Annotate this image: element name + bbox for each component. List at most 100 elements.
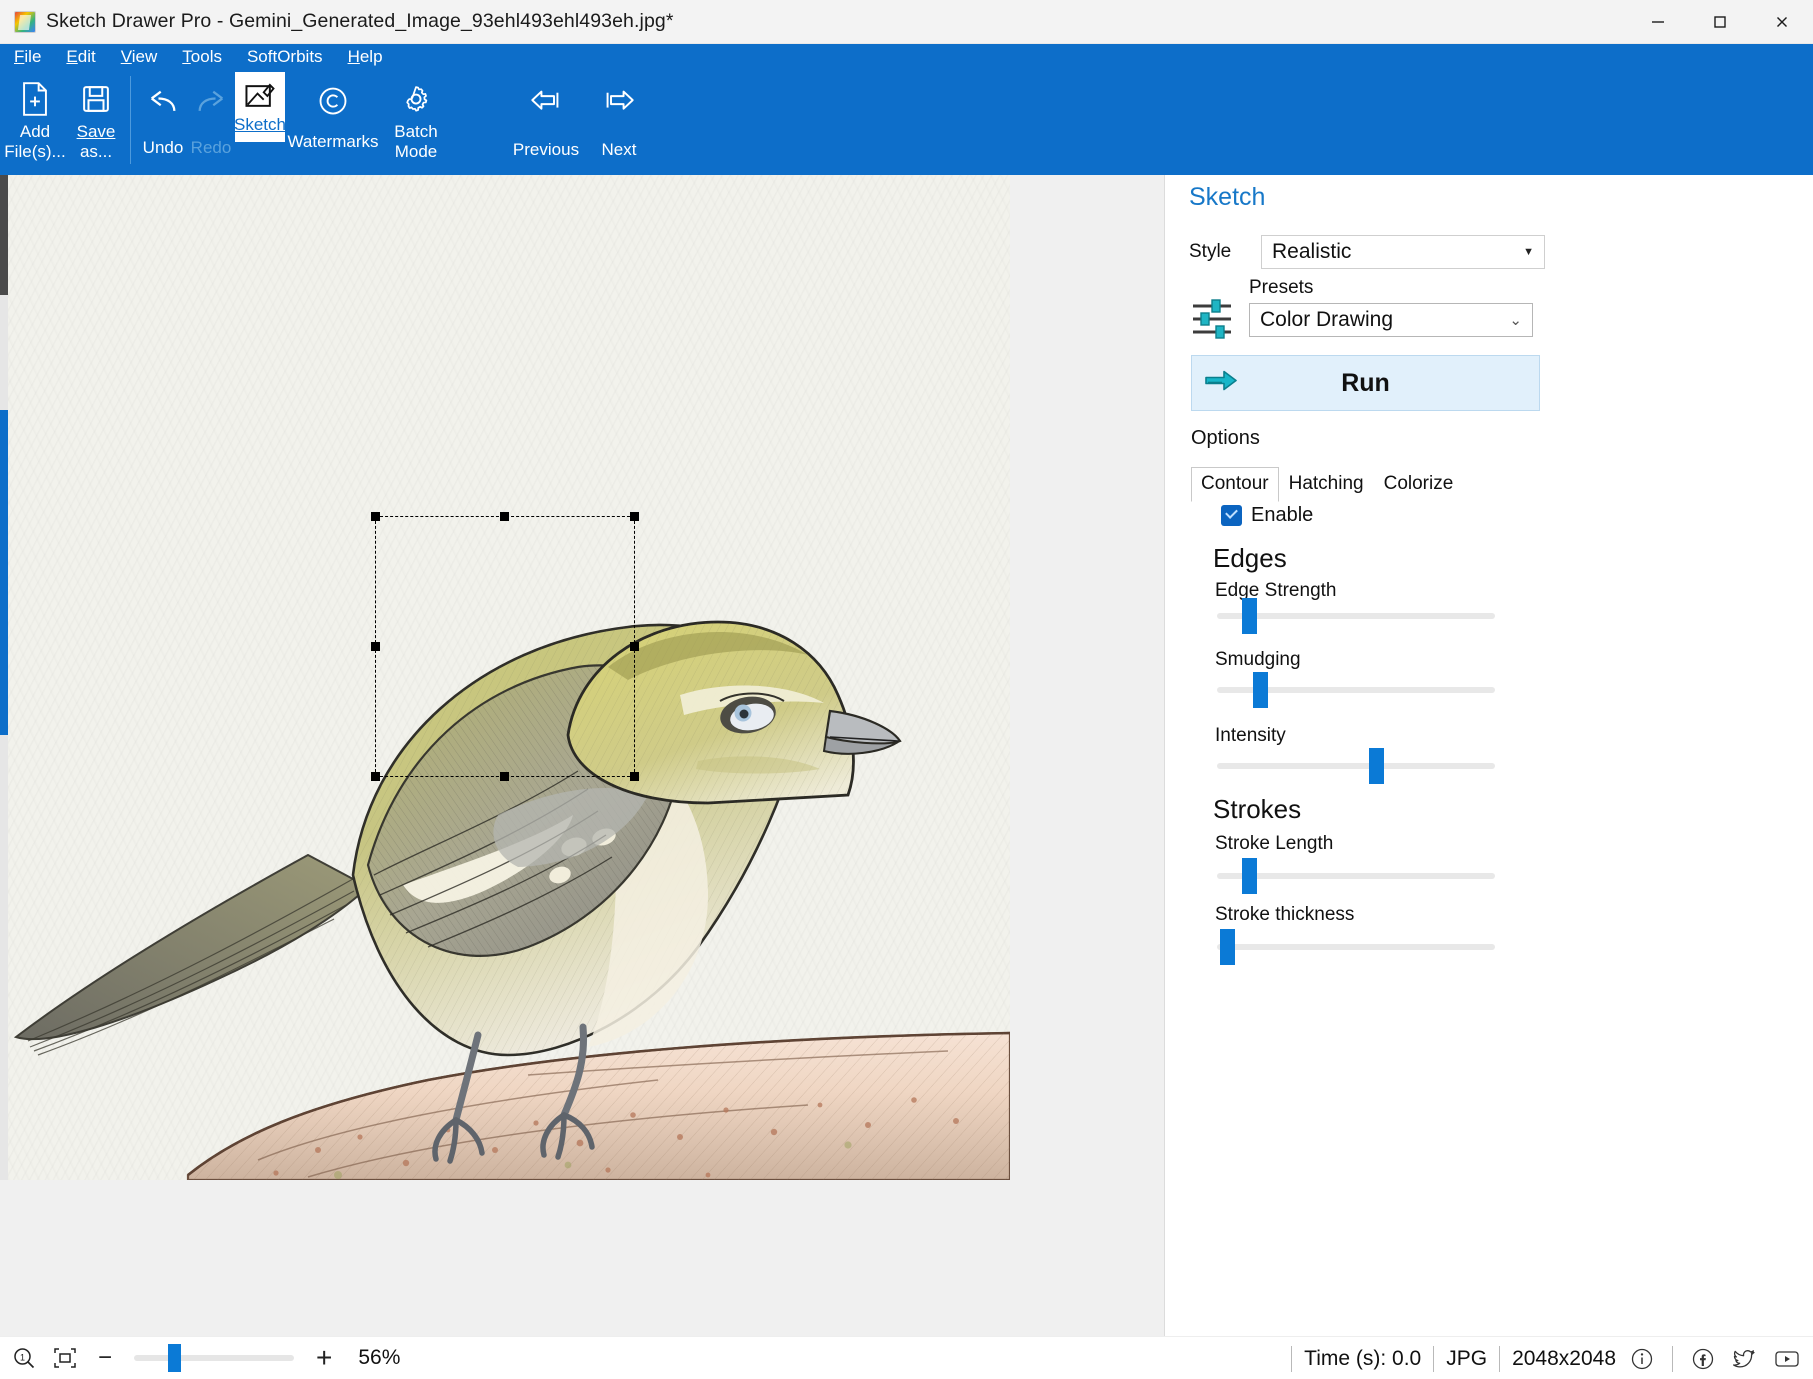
- svg-text:1: 1: [20, 1353, 25, 1363]
- selection-handle-mr[interactable]: [630, 642, 639, 651]
- toolbar-undo-button[interactable]: Undo: [139, 70, 187, 158]
- contour-tab-panel: Enable Edges Edge Strength Smudging Inte…: [1191, 500, 1791, 1150]
- zoom-out-button[interactable]: −: [98, 1344, 112, 1372]
- options-label: Options: [1191, 427, 1260, 449]
- status-divider-1: [1291, 1345, 1293, 1372]
- selection-handle-bc[interactable]: [500, 772, 509, 781]
- style-select[interactable]: Realistic ▼: [1261, 235, 1545, 269]
- presets-sliders-icon: [1189, 297, 1235, 341]
- maximize-button[interactable]: [1689, 0, 1751, 44]
- tab-hatching[interactable]: Hatching: [1279, 467, 1374, 502]
- status-divider-4: [1672, 1345, 1673, 1372]
- selection-handle-br[interactable]: [630, 772, 639, 781]
- intensity-thumb[interactable]: [1369, 748, 1384, 784]
- smudging-label: Smudging: [1215, 649, 1301, 670]
- image-canvas[interactable]: [8, 175, 1010, 1180]
- toolbar-add-files-button[interactable]: Add File(s)...: [0, 70, 70, 162]
- zoom-slider[interactable]: [134, 1344, 295, 1372]
- zoom-slider-thumb[interactable]: [168, 1344, 182, 1372]
- zoom-in-button[interactable]: +: [316, 1344, 332, 1372]
- strokes-group-title: Strokes: [1213, 794, 1302, 824]
- edge-strength-label: Edge Strength: [1215, 580, 1337, 601]
- toolbar-save-as-button[interactable]: Save as...: [70, 70, 122, 162]
- menu-edit[interactable]: Edit: [66, 47, 95, 67]
- status-bar-icons: [1630, 1345, 1801, 1372]
- image-dimensions-value: 2048x2048: [1512, 1346, 1616, 1370]
- style-value: Realistic: [1272, 240, 1352, 263]
- menu-tools[interactable]: Tools: [182, 47, 222, 67]
- add-file-icon: [20, 78, 50, 120]
- canvas-vertical-scrollbar[interactable]: [0, 175, 8, 1180]
- toolbar: Add File(s)... Save as... Undo Redo Sket…: [0, 70, 1813, 175]
- status-divider-3: [1499, 1345, 1501, 1372]
- toolbar-next-button[interactable]: Next: [589, 70, 649, 160]
- branch: [186, 1031, 1010, 1180]
- selection-handle-tl[interactable]: [371, 512, 380, 521]
- zoom-one-to-one-button[interactable]: 1: [12, 1346, 36, 1370]
- info-icon[interactable]: [1630, 1347, 1654, 1371]
- chevron-down-icon: ⌄: [1509, 312, 1522, 329]
- file-format-value: JPG: [1446, 1346, 1488, 1370]
- toolbar-sketch-button[interactable]: Sketch: [234, 72, 286, 142]
- toolbar-batch-mode-button[interactable]: Batch Mode: [381, 70, 451, 162]
- window-controls: [1627, 0, 1813, 44]
- toolbar-batch-label-2: Mode: [394, 142, 438, 161]
- scrollbar-track-top: [0, 175, 8, 295]
- edges-group-title: Edges: [1213, 543, 1287, 573]
- toolbar-watermarks-button[interactable]: Watermarks: [285, 70, 381, 152]
- intensity-slider[interactable]: [1217, 748, 1495, 784]
- selection-handle-bl[interactable]: [371, 772, 380, 781]
- enable-label: Enable: [1251, 504, 1314, 526]
- toolbar-undo-label: Undo: [142, 138, 184, 157]
- close-button[interactable]: [1751, 0, 1813, 44]
- sketch-settings-panel: Sketch Style Realistic ▼ Presets Color D…: [1164, 175, 1813, 1336]
- processing-time-value: Time (s): 0.0: [1304, 1346, 1422, 1370]
- toolbar-redo-label: Redo: [190, 138, 232, 157]
- toolbar-watermarks-label: Watermarks: [287, 132, 379, 151]
- zoom-percent-value: 56%: [358, 1346, 401, 1369]
- menu-view[interactable]: View: [121, 47, 158, 67]
- stroke-thickness-slider[interactable]: [1217, 929, 1495, 965]
- style-row: Style Realistic ▼: [1189, 235, 1789, 269]
- menu-help[interactable]: Help: [348, 47, 383, 67]
- selection-handle-tr[interactable]: [630, 512, 639, 521]
- toolbar-previous-button[interactable]: Previous: [503, 70, 589, 160]
- minimize-button[interactable]: [1627, 0, 1689, 44]
- edge-strength-slider[interactable]: [1217, 598, 1495, 634]
- title-bar: Sketch Drawer Pro - Gemini_Generated_Ima…: [0, 0, 1813, 44]
- edge-strength-thumb[interactable]: [1242, 598, 1257, 634]
- facebook-icon[interactable]: [1691, 1347, 1715, 1371]
- smudging-thumb[interactable]: [1253, 672, 1268, 708]
- stroke-thickness-thumb[interactable]: [1220, 929, 1235, 965]
- toolbar-sketch-label: Sketch: [234, 115, 286, 134]
- menu-softorbits[interactable]: SoftOrbits: [247, 47, 323, 67]
- toolbar-batch-label-1: Batch: [394, 122, 438, 141]
- run-button[interactable]: Run: [1191, 355, 1540, 411]
- app-logo-icon: [14, 10, 36, 33]
- run-arrow-icon: [1204, 369, 1238, 398]
- fit-to-window-button[interactable]: [52, 1346, 78, 1370]
- canvas-workspace[interactable]: [0, 175, 1164, 1336]
- enable-checkbox[interactable]: [1221, 505, 1242, 526]
- next-arrow-icon: [603, 82, 635, 124]
- selection-handle-tc[interactable]: [500, 512, 509, 521]
- stroke-length-slider[interactable]: [1217, 858, 1495, 894]
- sketch-pencil-icon: [244, 79, 276, 113]
- selection-handle-ml[interactable]: [371, 642, 380, 651]
- presets-value: Color Drawing: [1260, 308, 1394, 331]
- tab-colorize[interactable]: Colorize: [1374, 467, 1464, 502]
- presets-select[interactable]: Color Drawing ⌄: [1249, 303, 1533, 337]
- smudging-slider[interactable]: [1217, 672, 1495, 708]
- scrollbar-thumb[interactable]: [0, 410, 8, 735]
- copyright-icon: [318, 84, 348, 118]
- menu-file[interactable]: File: [14, 47, 41, 67]
- enable-checkbox-row[interactable]: Enable: [1221, 504, 1313, 527]
- intensity-label: Intensity: [1215, 725, 1286, 746]
- youtube-icon[interactable]: [1773, 1347, 1801, 1371]
- twitter-icon[interactable]: [1731, 1347, 1757, 1371]
- presets-label: Presets: [1249, 277, 1314, 298]
- toolbar-previous-label: Previous: [512, 140, 580, 159]
- stroke-length-thumb[interactable]: [1242, 858, 1257, 894]
- tab-contour[interactable]: Contour: [1191, 467, 1279, 502]
- status-divider-2: [1433, 1345, 1435, 1372]
